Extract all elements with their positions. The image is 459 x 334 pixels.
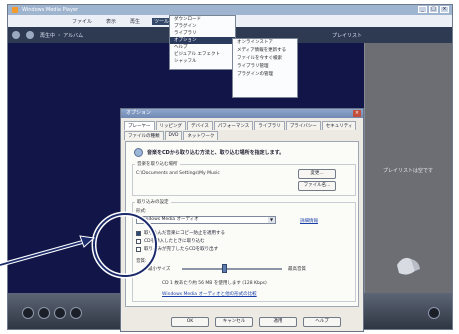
eject-label: 取り込みが完了したらCDを取り出す	[144, 247, 219, 252]
menu-item-options[interactable]: オプション	[170, 37, 235, 44]
help-button[interactable]: ヘルプ	[303, 317, 341, 327]
menu-item-visual-effects[interactable]: ビジュアル エフェクト	[170, 51, 235, 58]
tools-submenu: オンラインストア メディア情報を更新する ファイルを今すぐ検索 ライブラリ管理 …	[232, 38, 298, 98]
rip-on-insert-checkbox-row[interactable]: CDを挿入したときに取り込む	[136, 238, 205, 244]
close-icon[interactable]: ×	[440, 6, 449, 13]
compare-formats-link[interactable]: Windows Media オーディオと他の形式の比較	[162, 291, 257, 297]
volume-icon[interactable]	[428, 307, 440, 319]
change-location-button[interactable]: 変更...	[298, 169, 336, 179]
tab-dvd[interactable]: DVD	[164, 131, 183, 140]
menu-item-help[interactable]: ヘルプ	[170, 44, 235, 51]
forward-icon[interactable]	[26, 31, 34, 39]
menu-item-shuffle[interactable]: シャッフル	[170, 58, 235, 65]
copy-protect-checkbox[interactable]	[136, 230, 141, 236]
dialog-title-bar: オプション ×	[121, 109, 363, 118]
apply-button[interactable]: 適用	[259, 317, 297, 327]
tab-file-types[interactable]: ファイルの種類	[124, 131, 164, 140]
cancel-button[interactable]: キャンセル	[215, 317, 253, 327]
submenu-item-update-media[interactable]: メディア情報を更新する	[233, 47, 297, 55]
copy-protect-label: 取り込んだ音楽にコピー防止を適用する	[144, 231, 225, 236]
dialog-footer: OK キャンセル 適用 ヘルプ	[121, 317, 363, 328]
menu-item-download[interactable]: ダウンロード	[170, 16, 235, 23]
tab-network[interactable]: ネットワーク	[183, 131, 219, 140]
location-path: C:\Documents and Settings\My Music	[136, 171, 220, 176]
submenu-item-online-store[interactable]: オンラインストア	[233, 39, 297, 47]
rip-on-insert-label: CDを挿入したときに取り込む	[144, 239, 205, 244]
playlist-empty-label: プレイリストは空です	[383, 168, 434, 174]
player-title: Windows Media Player	[22, 7, 79, 13]
format-select[interactable]: Windows Media オーディオ ▼	[136, 216, 276, 224]
quality-label: 音質:	[136, 259, 147, 264]
tools-dropdown-menu: ダウンロード プラグイン ライブラリ オプション ヘルプ ビジュアル エフェクト…	[169, 15, 236, 70]
quality-max-label: 最高音質	[288, 267, 306, 272]
dialog-close-icon[interactable]: ×	[353, 110, 361, 117]
dialog-tabs: プレーヤー リッピング デバイス パフォーマンス ライブラリ プライバシー セキ…	[121, 118, 363, 140]
menu-file[interactable]: ファイル	[70, 18, 94, 25]
format-label: 形式:	[136, 209, 147, 214]
settings-group-label: 取り込みの設定	[135, 199, 171, 205]
dialog-heading: 音楽をCDから取り込む方法と、取り込む場所を指定します。	[147, 150, 285, 156]
quality-slider-thumb[interactable]	[222, 264, 227, 273]
quality-size-text: CD 1 枚あたり約 56 MB を使用します (128 Kbps)	[162, 281, 267, 286]
menu-play[interactable]: 再生	[128, 18, 142, 25]
submenu-item-search-files[interactable]: ファイルを今すぐ検索	[233, 55, 297, 63]
tab-ripping[interactable]: リッピング	[155, 121, 186, 130]
format-select-value: Windows Media オーディオ	[140, 217, 199, 222]
submenu-item-plugin-manage[interactable]: プラグインの管理	[233, 71, 297, 79]
eject-checkbox[interactable]	[136, 246, 141, 252]
chevron-down-icon: ▼	[268, 217, 275, 223]
location-group-label: 音楽を取り込む場所	[135, 161, 180, 167]
file-name-button[interactable]: ファイル名...	[298, 181, 336, 191]
playlist-panel: プレイリストは空です	[364, 43, 452, 293]
format-info-link[interactable]: 詳細情報	[300, 218, 318, 224]
media-player-logo-icon	[397, 257, 420, 275]
previous-icon[interactable]	[38, 307, 50, 319]
tab-library[interactable]: ライブラリ	[254, 121, 285, 130]
toolbar-left-label[interactable]: 再生中 ・ アルバム	[40, 32, 83, 39]
maximize-icon[interactable]: □	[429, 6, 438, 13]
stop-icon[interactable]	[22, 307, 34, 319]
submenu-item-library-manage[interactable]: ライブラリ管理	[233, 63, 297, 71]
cd-icon	[134, 148, 143, 157]
app-icon	[12, 7, 18, 13]
ok-button[interactable]: OK	[171, 317, 209, 327]
tab-privacy[interactable]: プライバシー	[285, 121, 321, 130]
dialog-title: オプション	[126, 110, 152, 116]
back-icon[interactable]	[12, 31, 20, 39]
tab-player[interactable]: プレーヤー	[124, 121, 155, 130]
menu-item-plugins[interactable]: プラグイン	[170, 23, 235, 30]
tab-devices[interactable]: デバイス	[187, 121, 213, 130]
toolbar-right-label[interactable]: プレイリスト	[332, 32, 362, 39]
quality-min-label: 最小サイズ	[148, 267, 171, 272]
menu-item-library[interactable]: ライブラリ	[170, 30, 235, 37]
rip-on-insert-checkbox[interactable]	[136, 238, 141, 244]
eject-checkbox-row[interactable]: 取り込みが完了したらCDを取り出す	[136, 246, 218, 252]
copy-protect-checkbox-row[interactable]: 取り込んだ音楽にコピー防止を適用する	[136, 230, 225, 236]
quality-slider-track[interactable]	[182, 268, 282, 270]
tab-performance[interactable]: パフォーマンス	[213, 121, 254, 130]
dialog-body: 音楽をCDから取り込む方法と、取り込む場所を指定します。 音楽を取り込む場所 C…	[125, 141, 359, 307]
next-icon[interactable]	[70, 307, 82, 319]
minimize-icon[interactable]: _	[418, 6, 427, 13]
menu-view[interactable]: 表示	[104, 18, 118, 25]
player-title-bar: Windows Media Player _ □ ×	[8, 5, 452, 15]
options-dialog: オプション × プレーヤー リッピング デバイス パフォーマンス ライブラリ プ…	[120, 108, 364, 332]
window-controls: _ □ ×	[418, 6, 449, 13]
tab-security[interactable]: セキュリティ	[321, 121, 357, 130]
dialog-heading-row: 音楽をCDから取り込む方法と、取り込む場所を指定します。	[134, 148, 284, 157]
play-icon[interactable]	[54, 307, 66, 319]
